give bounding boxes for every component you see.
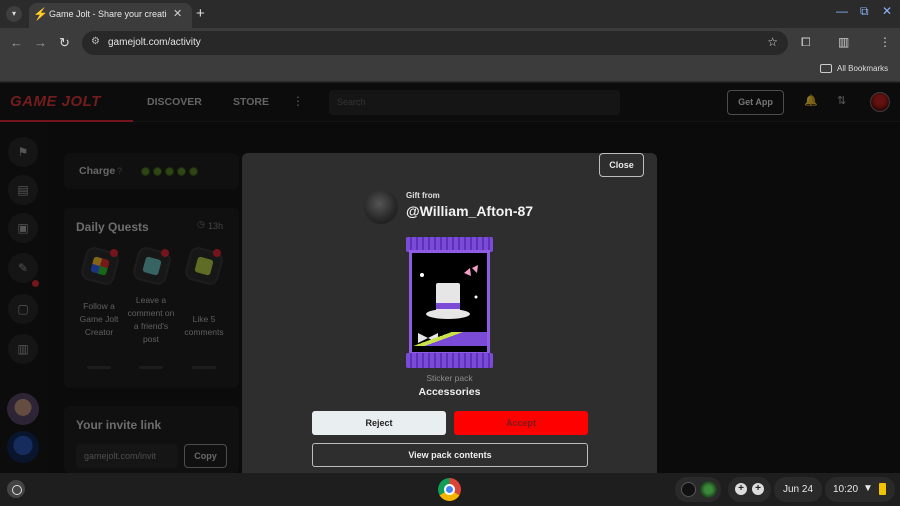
tab-title: Game Jolt - Share your creations [49,9,167,19]
os-shelf: + + Jun 24 10:20 ▼ [0,473,900,506]
tab-search-icon[interactable]: ▾ [6,6,22,22]
close-button[interactable]: Close [599,153,644,177]
bookmarks-bar: All Bookmarks [0,58,900,82]
gifter-avatar[interactable] [364,190,398,224]
view-pack-contents-button[interactable]: View pack contents [312,443,588,467]
app-thumb-icon [700,481,717,498]
media-thumb-icon [681,482,696,497]
add-icon[interactable]: + [735,483,747,495]
gift-modal: Close Gift from @William_Afton-87 Sticke… [242,153,657,473]
pack-stripe [412,332,487,346]
forward-icon[interactable]: → [34,35,47,50]
address-bar[interactable]: ⚙ gamejolt.com/activity ☆ [82,31,788,55]
status-area[interactable]: 10:20 ▼ [825,477,895,502]
menu-icon[interactable]: ⋮ [879,35,891,49]
site-info-icon[interactable]: ⚙ [91,36,100,47]
gift-from-label: Gift from [406,191,440,200]
pack-type-label: Sticker pack [426,373,473,383]
close-window-icon[interactable]: ✕ [882,4,892,18]
sticker-pack-image[interactable] [406,237,493,368]
reading-list-icon[interactable]: ▥ [838,35,849,49]
minimize-icon[interactable]: — [836,4,848,18]
pack-crimp [406,353,493,368]
pack-name: Accessories [418,386,481,398]
reject-button[interactable]: Reject [312,411,446,435]
all-bookmarks-link[interactable]: All Bookmarks [837,64,888,73]
reload-icon[interactable]: ↻ [59,35,70,51]
active-tab[interactable]: ⚡ Game Jolt - Share your creations ✕ [29,3,192,28]
date-button[interactable]: Jun 24 [774,477,822,502]
bookmark-star-icon[interactable]: ☆ [767,35,778,49]
launcher-icon[interactable] [7,480,25,498]
extensions-icon[interactable]: ⧠ [801,35,811,50]
restore-icon[interactable]: ⧉ [860,4,869,19]
browser-toolbar: ← → ↻ ⚙ gamejolt.com/activity ☆ ⧠ ▥ ⋮ [0,28,900,58]
accept-button[interactable]: Accept [454,411,588,435]
folder-icon [820,64,832,73]
media-tray[interactable] [675,477,721,502]
url-text: gamejolt.com/activity [108,37,201,48]
back-icon[interactable]: ← [10,35,23,50]
add-icon[interactable]: + [752,483,764,495]
gifter-username[interactable]: @William_Afton-87 [406,203,533,219]
chrome-app-icon[interactable] [438,478,461,501]
close-tab-icon[interactable]: ✕ [173,7,182,20]
wifi-icon: ▼ [863,483,873,494]
tab-strip: ▾ ⚡ Game Jolt - Share your creations ✕ +… [0,0,900,28]
tray-buttons: + + [728,477,771,502]
gamejolt-page: GAME JOLT DISCOVER STORE ⋮ Search Get Ap… [0,83,900,473]
clock-time: 10:20 [833,484,859,495]
screen: ▾ ⚡ Game Jolt - Share your creations ✕ +… [0,0,900,506]
battery-icon [879,483,886,495]
gamejolt-favicon-icon: ⚡ [33,7,48,21]
new-tab-icon[interactable]: + [196,5,205,22]
pack-art [409,250,490,355]
